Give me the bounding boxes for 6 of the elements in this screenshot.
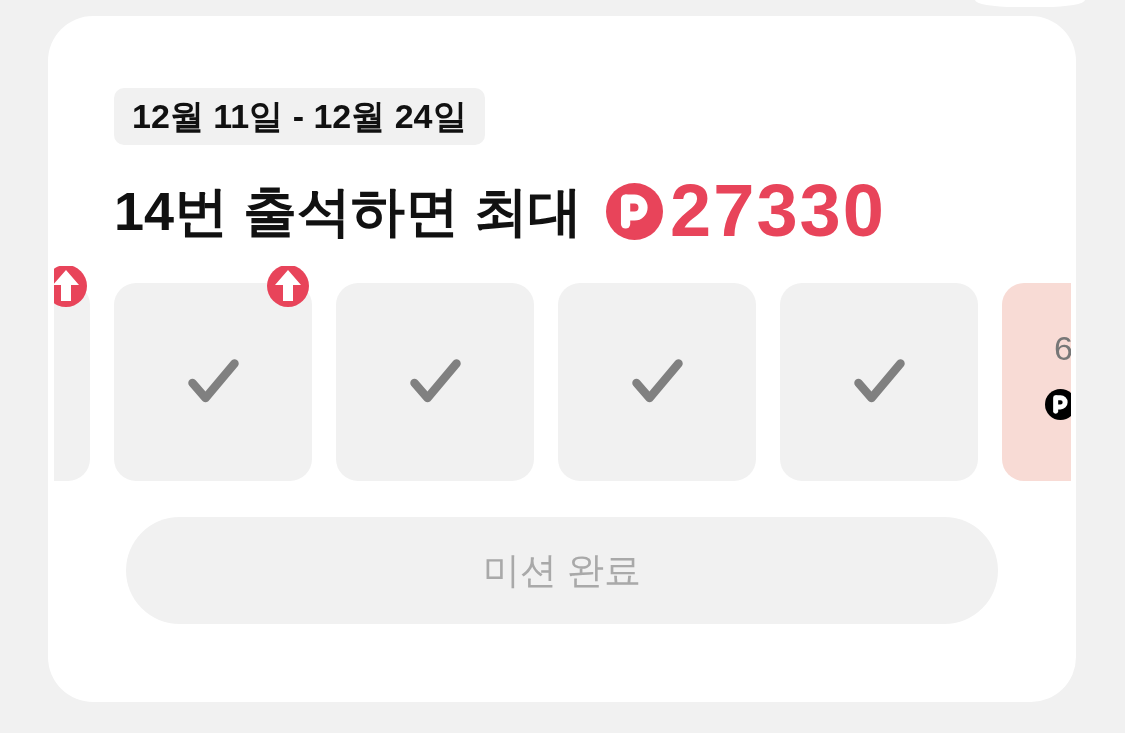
point-coin-icon xyxy=(606,182,664,240)
day-label: 6 xyxy=(1054,329,1071,367)
headline-text: 14번 출석하면 최대 xyxy=(114,180,583,243)
point-coin-icon xyxy=(1045,389,1071,420)
date-range-chip: 12월 11일 - 12월 24일 xyxy=(114,88,485,145)
points-amount: 27330 xyxy=(670,176,886,246)
